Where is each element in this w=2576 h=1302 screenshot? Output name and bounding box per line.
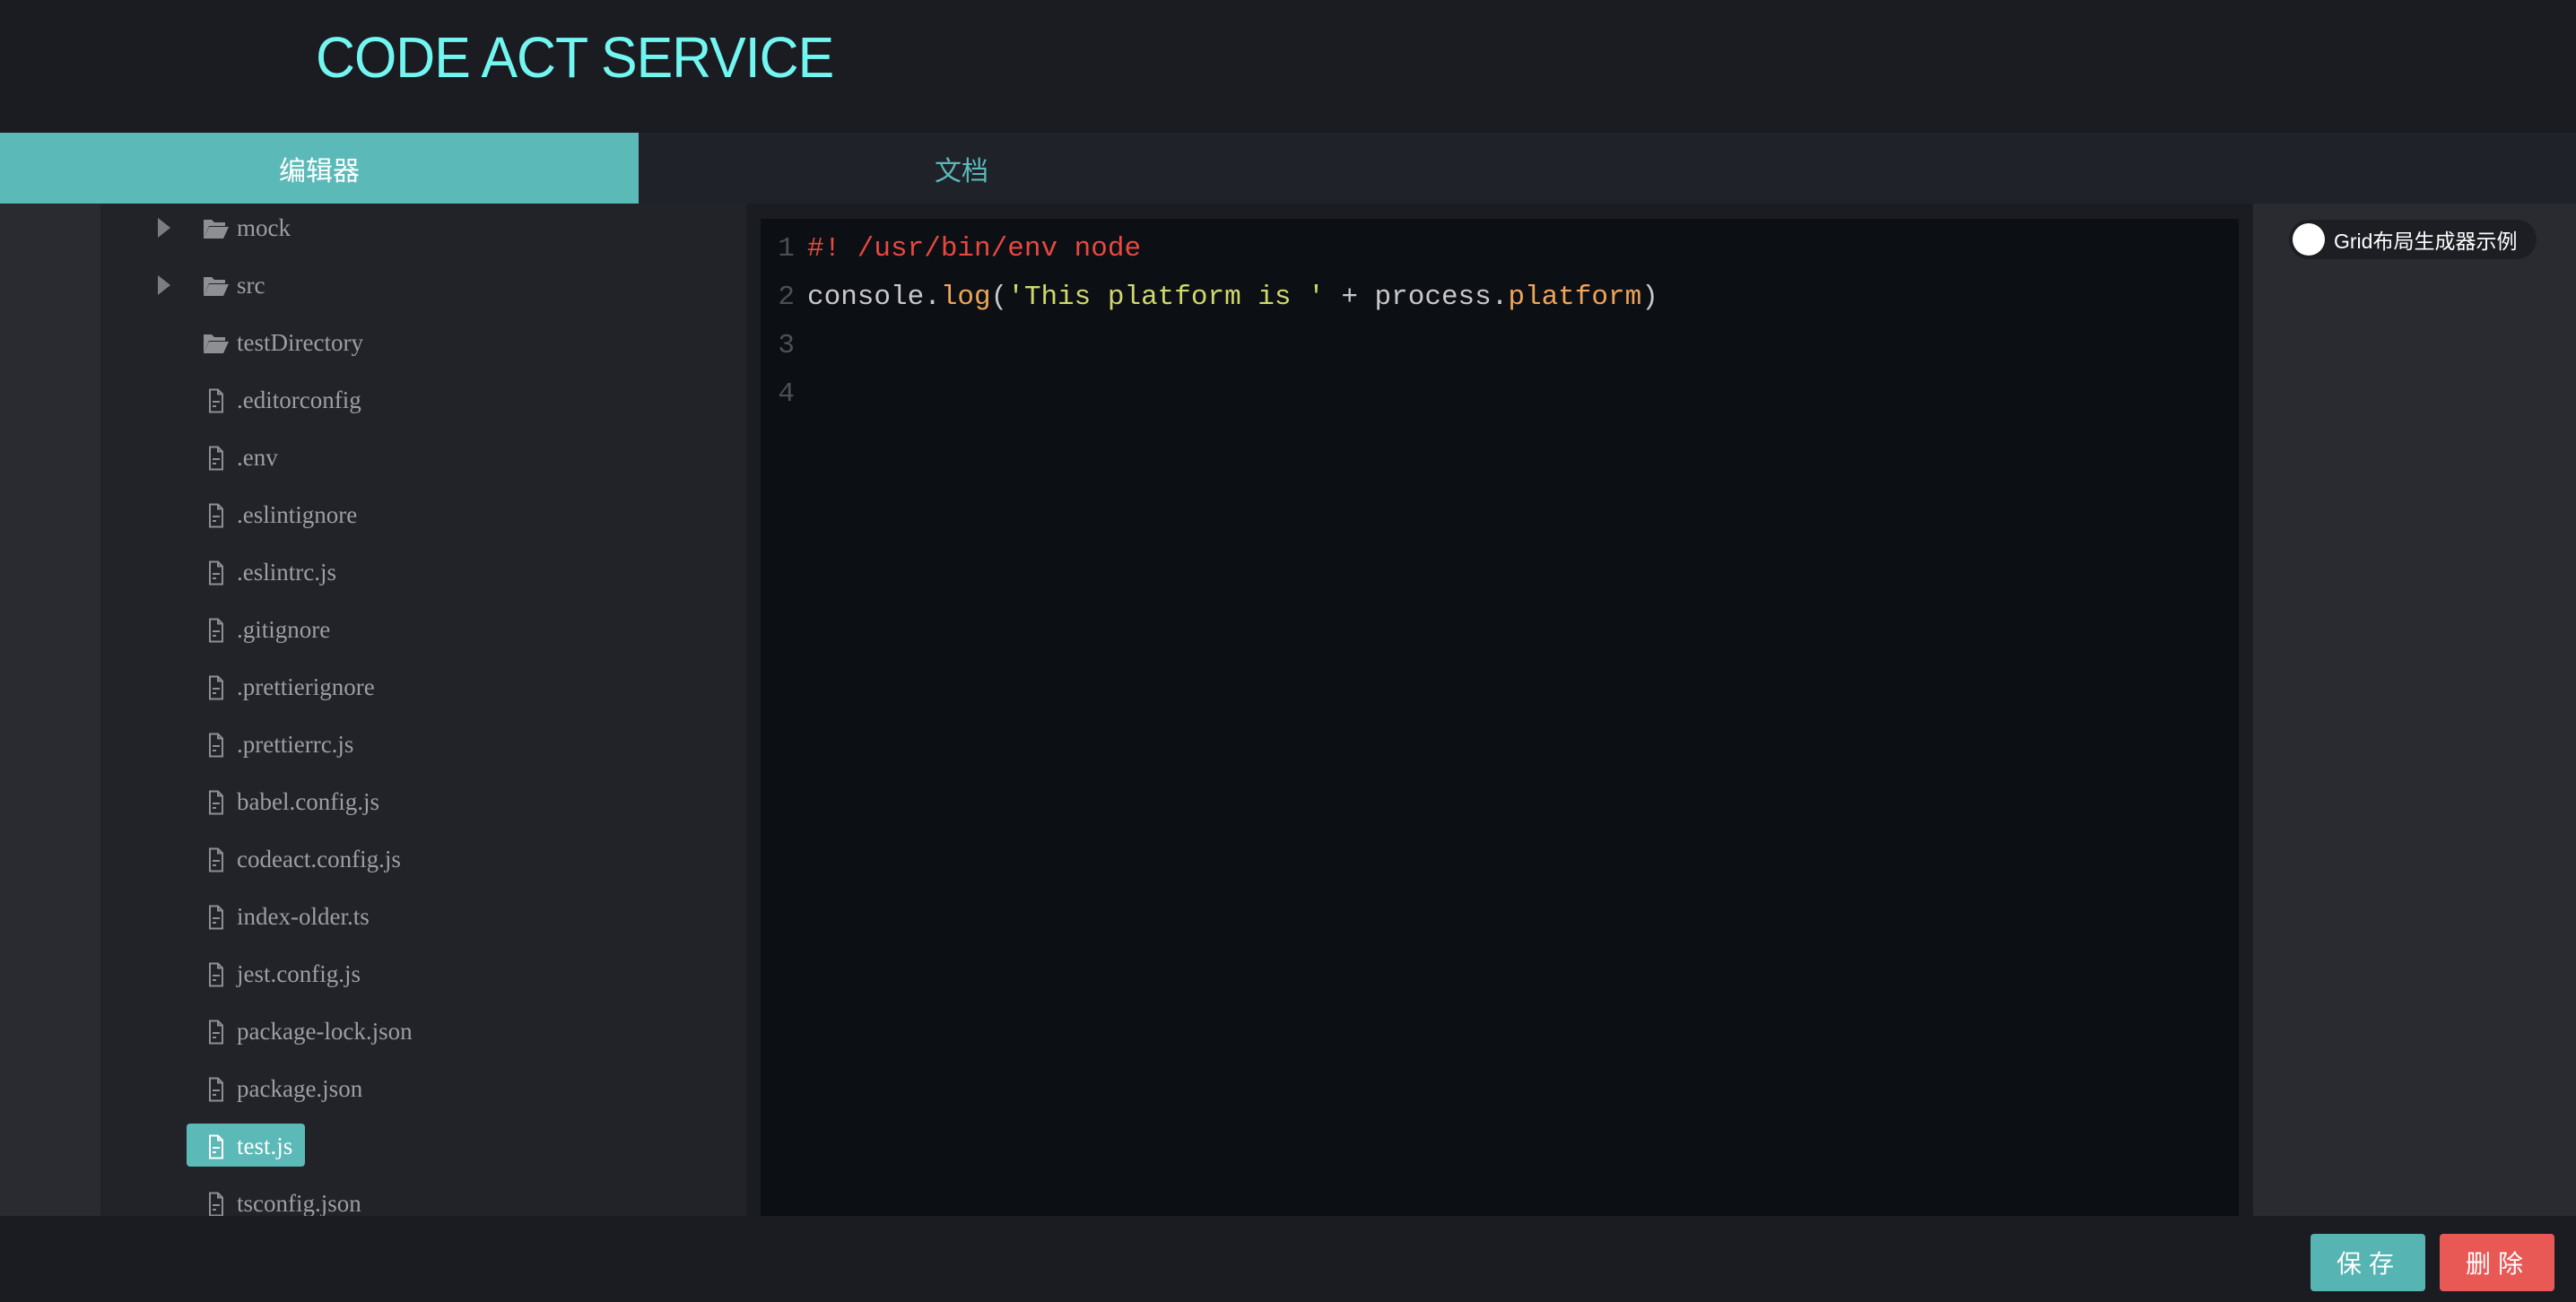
left-gutter [0, 204, 100, 1216]
app-title: CODE ACT SERVICE [316, 25, 834, 90]
tree-item-label: mock [237, 213, 291, 241]
tree-item-label: .env [237, 443, 278, 471]
file-text-icon [203, 1192, 230, 1216]
line-number: 3 [778, 329, 795, 361]
file-text-icon [203, 446, 230, 471]
right-panel: Grid布局生成器示例 [2253, 204, 2576, 1216]
tree-item-label: codeact.config.js [237, 845, 401, 872]
code-line[interactable]: 3 [761, 321, 807, 369]
file-text-icon [203, 560, 230, 586]
folder-open-icon [203, 331, 230, 356]
tab-docs[interactable]: 文档 [639, 133, 1284, 204]
grid-layout-example-toggle[interactable]: Grid布局生成器示例 [2289, 220, 2537, 259]
file-text-icon [203, 962, 230, 987]
caret-right-icon[interactable] [158, 275, 170, 295]
code-editor[interactable]: 1 #! /usr/bin/env node 2 console. log('This … [761, 219, 2239, 1216]
footer: 保存 删除 [0, 1216, 2576, 1302]
file-text-icon [203, 388, 230, 413]
tree-item-label: .editorconfig [237, 386, 361, 413]
code-token: + process. [1324, 281, 1509, 313]
tree-item-label: testDirectory [237, 328, 363, 356]
tree-item-label: .eslintrc.js [237, 558, 336, 586]
tree-item-label: test.js [237, 1132, 293, 1159]
save-button[interactable]: 保存 [2311, 1234, 2425, 1291]
code-line[interactable]: 4 [761, 369, 807, 418]
code-token: 'This platform is ' [1007, 281, 1325, 313]
code-token: platform [1508, 281, 1642, 313]
app-header: CODE ACT SERVICE [0, 0, 2576, 133]
file-text-icon [203, 905, 230, 930]
code-token: log [940, 281, 991, 313]
toggle-label: Grid布局生成器示例 [2334, 230, 2518, 253]
folder-open-icon [203, 273, 230, 299]
tree-item-label: jest.config.js [237, 959, 361, 987]
file-text-icon [203, 790, 230, 815]
code-token: ( [990, 281, 1008, 313]
file-tree[interactable]: mock src testDirectory .editorconfig .env .es… [100, 204, 746, 1216]
file-text-icon [203, 618, 230, 643]
tree-item-label: babel.config.js [237, 787, 379, 815]
folder-open-icon [203, 216, 230, 241]
caret-right-icon[interactable] [158, 218, 170, 238]
tree-item-label: src [237, 271, 265, 299]
file-text-icon [203, 1134, 230, 1159]
line-number: 1 [778, 232, 795, 265]
file-text-icon [203, 675, 230, 700]
file-text-icon [203, 1077, 230, 1102]
code-line[interactable]: 1 #! /usr/bin/env node [761, 224, 1141, 273]
toggle-knob [2293, 223, 2325, 256]
tree-item-label: tsconfig.json [237, 1189, 361, 1217]
tree-item-label: package-lock.json [237, 1017, 413, 1045]
file-text-icon [203, 1020, 230, 1045]
file-text-icon [203, 847, 230, 872]
code-token: console. [807, 281, 941, 313]
delete-button[interactable]: 删除 [2440, 1234, 2554, 1291]
tree-item-label: .gitignore [237, 615, 331, 643]
code-token: ) [1641, 281, 1658, 313]
code-line[interactable]: 2 console. log('This platform is ' + proce… [761, 273, 1658, 321]
tab-bar: 编辑器 文档 [0, 133, 2576, 204]
tab-editor[interactable]: 编辑器 [0, 133, 639, 204]
tree-item-label: .prettierignore [237, 673, 375, 700]
line-number: 4 [778, 378, 795, 410]
line-number: 2 [778, 281, 795, 313]
code-token: #! /usr/bin/env node [807, 232, 1142, 265]
tree-item-label: index-older.ts [237, 902, 370, 930]
tree-item-label: .eslintignore [237, 500, 358, 528]
tree-item-label: .prettierrc.js [237, 730, 354, 758]
file-text-icon [203, 733, 230, 758]
tree-item-label: package.json [237, 1074, 363, 1102]
file-text-icon [203, 503, 230, 528]
